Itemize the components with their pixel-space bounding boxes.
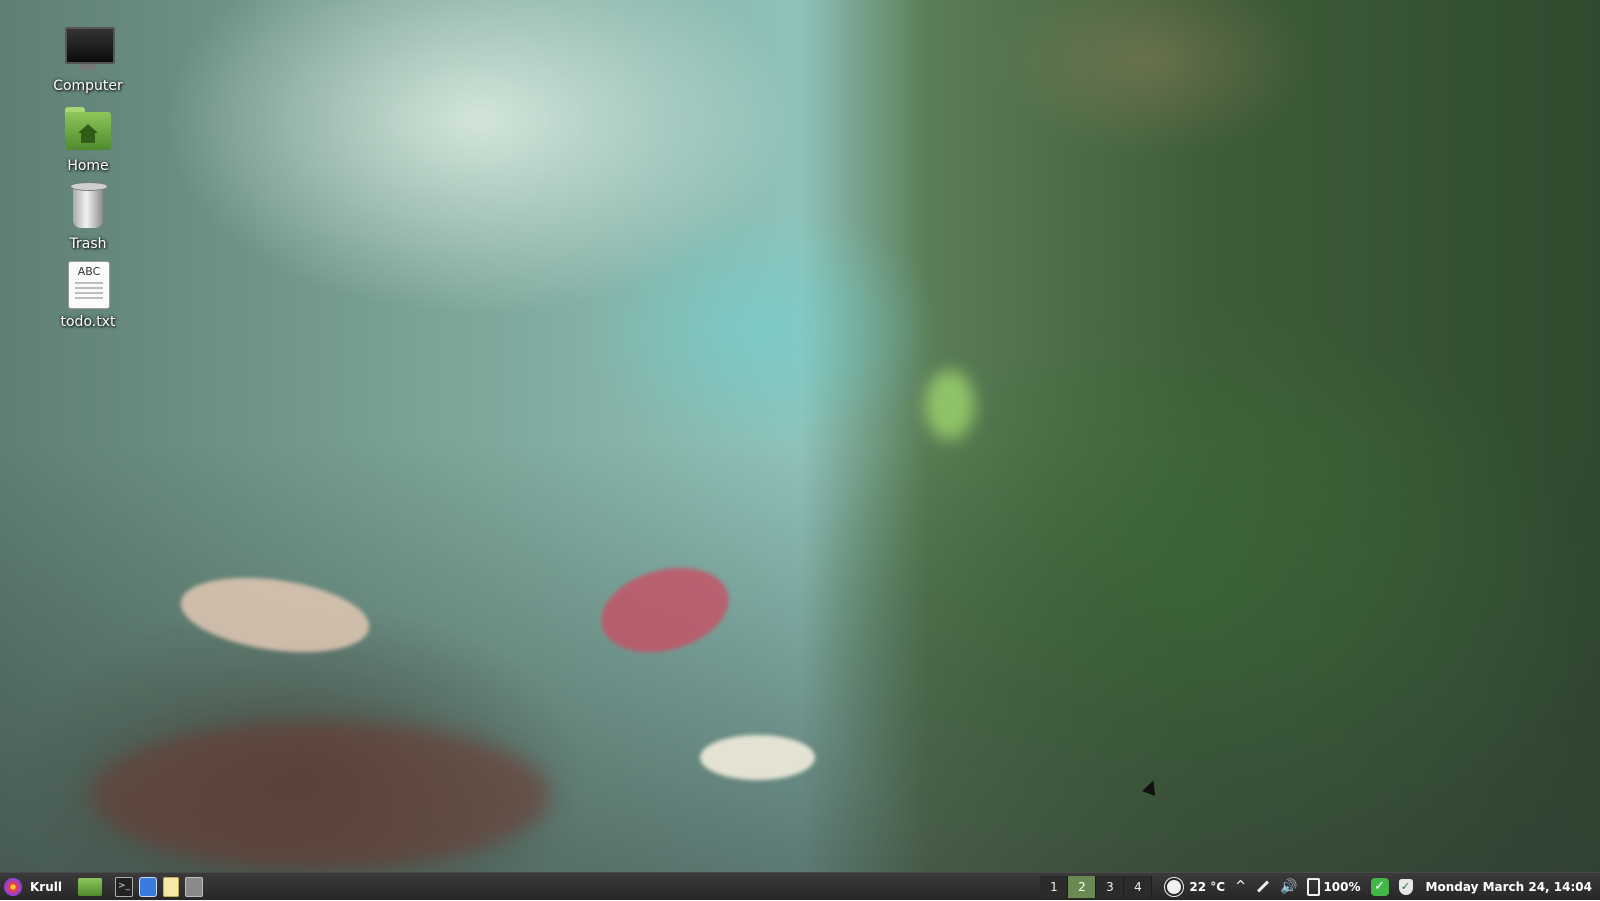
volume-applet[interactable]: 🔊 (1280, 873, 1297, 901)
shield-icon: ✓ (1398, 878, 1413, 895)
terminal-icon[interactable]: >_ (115, 876, 133, 897)
desktop-icon-home[interactable]: Home (38, 102, 138, 174)
color-picker-applet[interactable] (1256, 873, 1270, 901)
battery-icon (1307, 877, 1321, 896)
checkmark-icon: ✓ (1370, 877, 1389, 896)
trash-can-icon (62, 180, 114, 232)
wallpaper-dark-leaves (90, 720, 550, 870)
menu-logo-icon (4, 877, 22, 896)
battery-applet[interactable]: 100% (1307, 873, 1361, 901)
weather-applet[interactable]: 22 °C (1167, 873, 1225, 901)
desktop-icon-trash[interactable]: Trash (38, 180, 138, 252)
security-shield-applet[interactable]: ✓ (1398, 873, 1413, 901)
workspace-1[interactable]: 1 (1040, 875, 1069, 898)
desktop-icon-computer[interactable]: Computer (38, 22, 138, 94)
wallpaper-pebble (700, 735, 815, 780)
pen-icon (1256, 880, 1270, 893)
clock[interactable]: Monday March 24, 14:04 (1426, 880, 1592, 894)
start-menu-button[interactable]: Krull (0, 873, 70, 901)
menu-label: Krull (30, 879, 62, 894)
chevron-up-icon: ^ (1235, 879, 1246, 894)
desktop-icon-label: todo.txt (60, 314, 116, 330)
workspace-switcher: 1 2 3 4 (1040, 875, 1153, 898)
battery-level-text: 100% (1323, 879, 1361, 894)
mouse-pointer-icon (1142, 778, 1160, 796)
system-monitor-icon[interactable] (185, 876, 203, 897)
desktop-icon-label: Home (67, 158, 109, 174)
wallpaper-pale-leaf (176, 567, 374, 663)
wallpaper-red-leaf (591, 554, 739, 666)
tray-expand-button[interactable]: ^ (1235, 873, 1246, 901)
speaker-icon: 🔊 (1280, 878, 1298, 895)
home-folder-icon (62, 102, 114, 154)
file-badge-text: ABC (77, 265, 101, 278)
desktop-wallpaper: Computer Home Trash ABC todo.txt (0, 0, 1600, 872)
desktop-icon-label: Trash (69, 236, 107, 252)
computer-monitor-icon (62, 22, 115, 74)
file-manager-icon[interactable] (78, 877, 102, 896)
wallpaper-light-glow (925, 370, 975, 440)
chromium-browser-icon[interactable] (139, 876, 157, 897)
workspace-3[interactable]: 3 (1096, 875, 1125, 898)
desktop-icon-todo-txt[interactable]: ABC todo.txt (38, 258, 138, 330)
taskbar: Krull >_ 1 2 3 4 22 °C ^ 🔊 100% ✓ ✓ Mond… (0, 872, 1600, 900)
sun-icon (1167, 879, 1182, 894)
text-file-icon: ABC (62, 258, 114, 310)
workspace-4[interactable]: 4 (1124, 875, 1153, 898)
text-editor-icon[interactable] (163, 876, 179, 897)
temperature-text: 22 °C (1189, 879, 1226, 894)
desktop-icon-label: Computer (53, 78, 123, 94)
workspace-2[interactable]: 2 (1068, 875, 1097, 898)
update-manager-applet[interactable]: ✓ (1370, 873, 1389, 901)
